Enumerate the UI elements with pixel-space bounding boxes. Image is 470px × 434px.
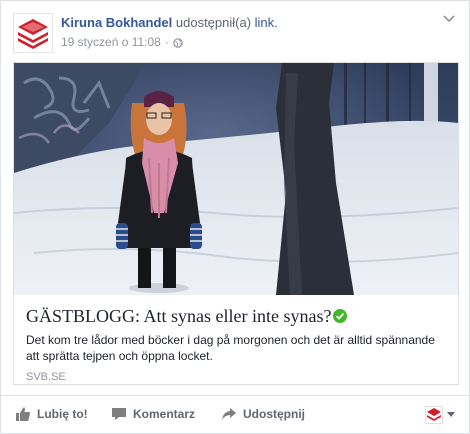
chevron-down-icon[interactable] bbox=[443, 15, 455, 23]
like-label: Lubię to! bbox=[37, 407, 88, 421]
link-preview-text: GÄSTBLOGG: Att synas eller inte synas? D… bbox=[14, 295, 458, 383]
link-preview-card[interactable]: GÄSTBLOGG: Att synas eller inte synas? D… bbox=[13, 62, 459, 385]
link-preview-image[interactable] bbox=[14, 63, 458, 295]
kiruna-bokhandel-logo-icon bbox=[18, 19, 48, 49]
shared-link-word[interactable]: link. bbox=[255, 15, 278, 30]
link-title[interactable]: GÄSTBLOGG: Att synas eller inte synas? bbox=[26, 305, 446, 327]
comment-icon bbox=[112, 408, 126, 420]
link-description: Det kom tre lådor med böcker i dag på mo… bbox=[26, 333, 435, 363]
thumbs-up-icon bbox=[16, 407, 30, 421]
meta-separator: · bbox=[164, 35, 169, 49]
share-label: Udostępnij bbox=[243, 407, 305, 421]
post-action-text: udostępnił(a) bbox=[175, 15, 252, 30]
post-timestamp[interactable]: 19 styczeń o 11:08 bbox=[61, 35, 161, 49]
link-domain: SVB.SE bbox=[26, 371, 66, 383]
verified-check-icon bbox=[333, 309, 348, 323]
post-as-selector[interactable] bbox=[425, 406, 455, 424]
page-avatar[interactable] bbox=[13, 13, 53, 53]
globe-icon[interactable] bbox=[173, 37, 183, 48]
share-button[interactable]: Udostępnij bbox=[221, 406, 305, 422]
page-name-link[interactable]: Kiruna Bokhandel bbox=[61, 15, 172, 30]
link-title-text[interactable]: GÄSTBLOGG: Att synas eller inte synas? bbox=[26, 306, 331, 326]
comment-label: Komentarz bbox=[133, 407, 196, 421]
like-button[interactable]: Lubię to! bbox=[15, 406, 88, 422]
caret-down-icon bbox=[447, 412, 455, 417]
page-avatar-icon bbox=[425, 406, 443, 424]
feed-post: Kiruna Bokhandel udostępnił(a) link. 19 … bbox=[0, 0, 470, 434]
comment-button[interactable]: Komentarz bbox=[111, 406, 195, 422]
post-header-line: Kiruna Bokhandel udostępnił(a) link. bbox=[61, 15, 278, 30]
post-meta: 19 styczeń o 11:08 · bbox=[61, 35, 183, 49]
share-arrow-icon bbox=[222, 408, 236, 420]
post-action-bar: Lubię to! Komentarz Udostępnij bbox=[1, 395, 469, 434]
